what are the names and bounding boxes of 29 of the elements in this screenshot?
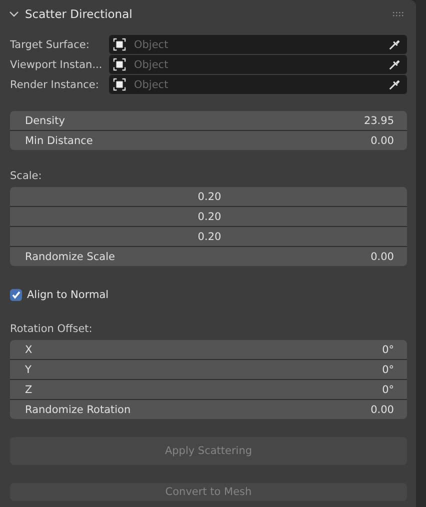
number-field[interactable]: Randomize Rotation 0.00 (10, 400, 407, 419)
field-label: Render Instance: (10, 78, 100, 90)
eyedropper-icon[interactable] (388, 38, 401, 51)
object-icon (113, 78, 126, 91)
number-field[interactable]: Min Distance 0.00 (10, 131, 407, 150)
section-label: Rotation Offset: (10, 323, 94, 335)
section-label: Scale: (10, 170, 43, 182)
drag-handle-icon[interactable] (393, 12, 405, 16)
object-icon (113, 58, 126, 71)
number-field[interactable]: 0.20 (10, 227, 407, 246)
eyedropper-icon[interactable] (388, 78, 401, 91)
number-field[interactable]: 0.20 (10, 187, 407, 206)
field-label: Viewport Instan... (10, 58, 104, 70)
number-field[interactable]: Density 23.95 (10, 111, 407, 130)
object-field[interactable]: Object (109, 35, 407, 54)
checkbox[interactable] (10, 289, 22, 301)
number-field[interactable]: Z 0° (10, 380, 407, 399)
object-field[interactable]: Object (109, 55, 407, 74)
object-icon (113, 38, 126, 51)
number-field[interactable]: X 0° (10, 340, 407, 359)
number-field[interactable]: Randomize Scale 0.00 (10, 247, 407, 266)
eyedropper-icon[interactable] (388, 58, 401, 71)
chevron-icon[interactable] (9, 9, 19, 19)
object-field[interactable]: Object (109, 75, 407, 94)
number-field[interactable]: 0.20 (10, 207, 407, 226)
checkbox-label: Align to Normal (27, 289, 109, 301)
panel-title: Scatter Directional (25, 7, 132, 21)
number-field[interactable]: Y 0° (10, 360, 407, 379)
field-label: Target Surface: (10, 38, 90, 50)
